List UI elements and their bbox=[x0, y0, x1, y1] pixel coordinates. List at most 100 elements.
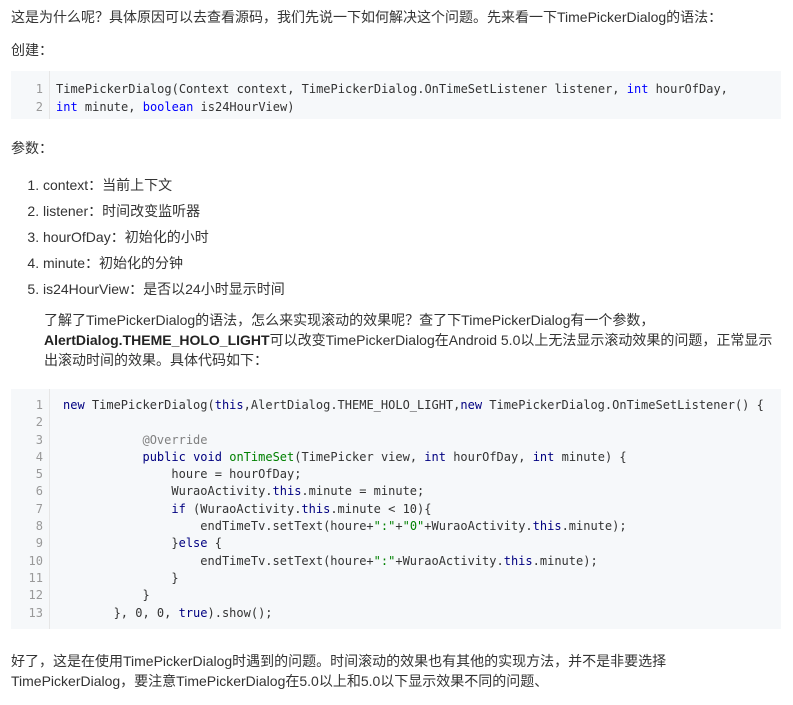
line-number: 3 bbox=[35, 432, 43, 447]
code-line: }else { bbox=[63, 535, 764, 552]
code-token: is24HourView) bbox=[193, 100, 295, 114]
line-number: 3 bbox=[11, 116, 49, 119]
conclusion-paragraph: 好了，这是在使用TimePickerDialog时遇到的问题。时间滚动的效果也有… bbox=[11, 653, 667, 689]
params-list: context：当前上下文 listener：时间改变监听器 hourOfDay… bbox=[11, 172, 285, 302]
code-token: TimePickerDialog(Context context, TimePi… bbox=[56, 82, 627, 96]
code-token: minute) { bbox=[554, 449, 627, 464]
line-number: 9 bbox=[35, 536, 43, 551]
code-token: this bbox=[532, 519, 562, 534]
line-number: 6 bbox=[35, 484, 43, 499]
code-token: .minute); bbox=[561, 519, 627, 534]
list-item: listener：时间改变监听器 bbox=[43, 198, 285, 224]
list-item: minute：初始化的分钟 bbox=[43, 250, 285, 276]
code-token: this bbox=[214, 398, 244, 412]
code-token: ":" bbox=[373, 553, 396, 568]
code-token: int bbox=[626, 82, 649, 96]
code-token: hourOfDay, bbox=[648, 82, 728, 96]
line-number: 11 bbox=[28, 570, 43, 585]
create-label: 创建： bbox=[11, 42, 53, 58]
code-token: boolean bbox=[142, 100, 194, 114]
line-number: 2 bbox=[35, 415, 43, 430]
code-token: +WuraoActivity. bbox=[424, 519, 533, 534]
code-line: int minute, boolean is24HourView) bbox=[56, 98, 728, 116]
line-number-gutter: 1 2 3 bbox=[11, 71, 50, 119]
line-number: 12 bbox=[28, 588, 43, 603]
code-line: }, 0, 0, true).show(); bbox=[63, 605, 764, 622]
code-line: houre = hourOfDay; bbox=[63, 466, 764, 483]
code-line: } bbox=[63, 570, 764, 587]
line-number: 13 bbox=[28, 605, 43, 620]
line-number: 1 bbox=[35, 82, 43, 96]
list-item: hourOfDay：初始化的小时 bbox=[43, 224, 285, 250]
code-line: if (WuraoActivity.this.minute < 10){ bbox=[63, 501, 764, 518]
code-token: ).show(); bbox=[207, 605, 273, 620]
code-token: true bbox=[178, 605, 208, 620]
code-line: new TimePickerDialog(this,AlertDialog.TH… bbox=[63, 397, 764, 414]
line-number-gutter: 1 2 3 4 5 6 7 8 9 10 11 12 13 bbox=[11, 389, 50, 629]
line-number: 8 bbox=[35, 519, 43, 534]
code-line: @Override bbox=[63, 432, 764, 449]
explain-text-before: 了解了TimePickerDialog的语法，怎么来实现滚动的效果呢？查了下Ti… bbox=[44, 312, 655, 328]
code-token: int bbox=[424, 449, 446, 464]
code-token: new bbox=[63, 398, 85, 412]
code-token: +WuraoActivity. bbox=[395, 553, 504, 568]
code-token: endTimeTv.setText(houre+ bbox=[63, 519, 374, 534]
code-line: endTimeTv.setText(houre+":"+"0"+WuraoAct… bbox=[63, 518, 764, 535]
line-number: 2 bbox=[35, 100, 43, 114]
params-label: 参数： bbox=[11, 140, 53, 156]
code-token: void bbox=[193, 449, 222, 464]
code-line: } bbox=[63, 587, 764, 604]
code-token: } bbox=[63, 536, 179, 551]
code-token: ,AlertDialog.THEME_HOLO_LIGHT, bbox=[243, 398, 461, 412]
code-token: else bbox=[178, 536, 208, 551]
code-token: this bbox=[503, 553, 533, 568]
line-number: 1 bbox=[35, 398, 43, 412]
code-token: if bbox=[171, 501, 186, 516]
list-item: is24HourView：是否以24小时显示时间 bbox=[43, 276, 285, 302]
code-token: houre = hourOfDay; bbox=[63, 467, 302, 482]
code-lines: TimePickerDialog(Context context, TimePi… bbox=[56, 71, 728, 116]
intro-paragraph: 这是为什么呢？具体原因可以去查看源码，我们先说一下如何解决这个问题。先来看一下T… bbox=[11, 9, 723, 25]
code-token: onTimeSet bbox=[229, 449, 295, 464]
code-line: TimePickerDialog(Context context, TimePi… bbox=[56, 80, 728, 98]
code-token: public bbox=[142, 449, 186, 464]
code-token: { bbox=[207, 536, 222, 551]
code-token: (WuraoActivity. bbox=[185, 501, 302, 516]
code-token: new bbox=[460, 398, 483, 412]
code-token: .minute); bbox=[532, 553, 598, 568]
code-token: this bbox=[301, 501, 331, 516]
code-token: .minute = minute; bbox=[301, 484, 425, 499]
code-token: TimePickerDialog( bbox=[84, 398, 215, 412]
code-token: endTimeTv.setText(houre+ bbox=[63, 553, 374, 568]
code-token: int bbox=[532, 449, 555, 464]
code-token: .minute < 10){ bbox=[330, 501, 432, 516]
explain-bold-constant: AlertDialog.THEME_HOLO_LIGHT bbox=[44, 332, 270, 348]
explain-paragraph: 了解了TimePickerDialog的语法，怎么来实现滚动的效果呢？查了下Ti… bbox=[44, 310, 784, 370]
code-token: "0" bbox=[402, 519, 425, 534]
line-number: 10 bbox=[28, 553, 43, 568]
code-token: TimePickerDialog.OnTimeSetListener() { bbox=[482, 398, 764, 412]
code-token: (TimePicker view, bbox=[294, 449, 425, 464]
code-lines: new TimePickerDialog(this,AlertDialog.TH… bbox=[63, 389, 764, 622]
line-number: 7 bbox=[35, 501, 43, 516]
code-token: this bbox=[272, 484, 302, 499]
code-token: WuraoActivity. bbox=[63, 484, 273, 499]
list-item: context：当前上下文 bbox=[43, 172, 285, 198]
code-token: }, 0, 0, bbox=[63, 605, 179, 620]
code-token: @Override bbox=[142, 432, 208, 447]
code-token: ":" bbox=[373, 519, 396, 534]
code-line: WuraoActivity.this.minute = minute; bbox=[63, 483, 764, 500]
code-token: minute, bbox=[77, 100, 143, 114]
code-token: int bbox=[56, 100, 78, 114]
code-token: + bbox=[395, 519, 403, 534]
code-token: hourOfDay, bbox=[445, 449, 533, 464]
code-token: } bbox=[63, 570, 179, 585]
code-line: endTimeTv.setText(houre+":"+WuraoActivit… bbox=[63, 553, 764, 570]
code-block-example: 1 2 3 4 5 6 7 8 9 10 11 12 13 new TimePickerDialog(t… bbox=[11, 389, 781, 629]
line-number: 5 bbox=[35, 467, 43, 482]
code-block-signature: 1 2 3 TimePickerDialog(Context context, Ti… bbox=[11, 71, 781, 119]
